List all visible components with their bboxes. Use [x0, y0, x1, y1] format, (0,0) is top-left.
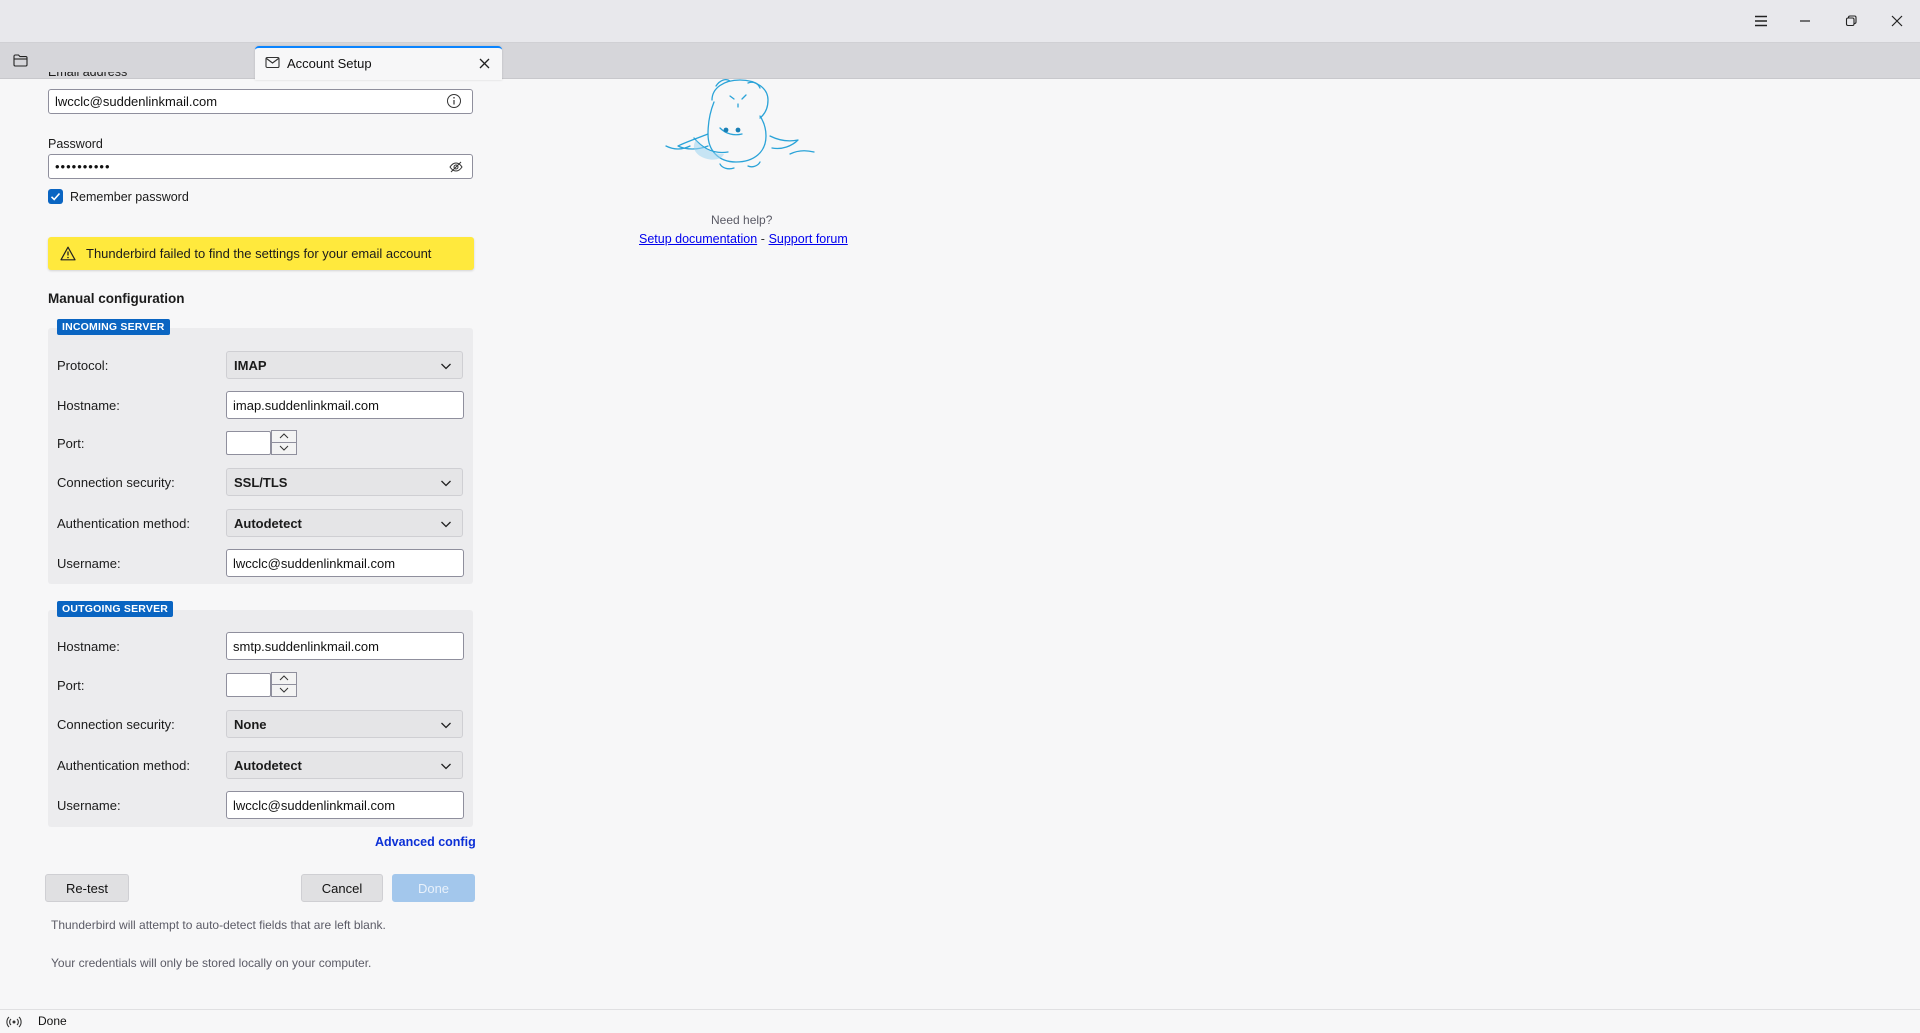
outgoing-port-label: Port:: [57, 678, 85, 693]
online-status-icon[interactable]: [6, 1015, 22, 1029]
stepper-up-button[interactable]: [272, 673, 296, 685]
incoming-auth-select[interactable]: Autodetect: [226, 509, 463, 537]
toggle-password-button[interactable]: [448, 159, 464, 175]
tab-close-button[interactable]: [474, 53, 494, 73]
chevron-down-icon: [441, 480, 451, 487]
info-button[interactable]: [446, 93, 462, 109]
eye-icon: [449, 161, 463, 173]
close-icon: [479, 58, 489, 68]
email-label: Email address: [48, 72, 127, 78]
hamburger-icon: [1755, 15, 1767, 27]
status-bar: Done: [0, 1009, 1920, 1033]
setup-documentation-link[interactable]: Setup documentation: [639, 232, 757, 246]
mail-settings-icon: [265, 56, 280, 69]
help-links: Setup documentation - Support forum: [639, 231, 848, 246]
remember-password-checkbox[interactable]: [48, 189, 63, 204]
incoming-auth-label: Authentication method:: [57, 516, 190, 531]
help-separator: -: [760, 232, 765, 246]
outgoing-hostname-input[interactable]: [226, 632, 464, 660]
password-input[interactable]: ••••••••••: [48, 154, 473, 179]
close-icon: [1891, 15, 1903, 27]
incoming-username-label: Username:: [57, 556, 121, 571]
chevron-down-icon: [441, 363, 451, 370]
incoming-hostname-input[interactable]: [226, 391, 464, 419]
cancel-button[interactable]: Cancel: [301, 874, 383, 902]
advanced-config-link[interactable]: Advanced config: [375, 835, 476, 849]
autodetect-note: Thunderbird will attempt to auto-detect …: [51, 918, 386, 932]
spaces-toolbar-button[interactable]: [0, 43, 40, 78]
chevron-up-icon: [279, 675, 289, 681]
incoming-protocol-select[interactable]: IMAP: [226, 351, 463, 379]
outgoing-auth-value: Autodetect: [234, 757, 302, 773]
warning-icon: [60, 246, 76, 261]
incoming-username-input[interactable]: [226, 549, 464, 577]
title-bar: [0, 0, 1920, 43]
tab-account-setup[interactable]: Account Setup: [255, 46, 502, 80]
app-menu-button[interactable]: [1738, 0, 1784, 42]
outgoing-hostname-label: Hostname:: [57, 639, 120, 654]
incoming-security-label: Connection security:: [57, 475, 175, 490]
outgoing-server-legend: OUTGOING SERVER: [57, 601, 174, 617]
restore-icon: [1845, 15, 1857, 27]
restore-button[interactable]: [1828, 0, 1874, 42]
manual-config-heading: Manual configuration: [48, 291, 185, 306]
incoming-port-input[interactable]: [226, 431, 271, 455]
password-label: Password: [48, 137, 103, 151]
credentials-note: Your credentials will only be stored loc…: [51, 956, 372, 970]
minimize-button[interactable]: [1782, 0, 1828, 42]
outgoing-auth-select[interactable]: Autodetect: [226, 751, 463, 779]
status-text: Done: [38, 1014, 67, 1028]
chevron-down-icon: [441, 722, 451, 729]
tab-label: Account Setup: [287, 56, 372, 71]
stepper-up-button[interactable]: [272, 431, 296, 443]
support-forum-link[interactable]: Support forum: [769, 232, 848, 246]
outgoing-auth-label: Authentication method:: [57, 758, 190, 773]
need-help-text: Need help?: [711, 213, 773, 227]
incoming-port-label: Port:: [57, 436, 85, 451]
incoming-port-stepper[interactable]: [271, 430, 297, 455]
mascot-illustration: [660, 78, 825, 176]
minimize-icon: [1800, 20, 1810, 22]
remember-password-label: Remember password: [70, 190, 189, 204]
folder-icon: [12, 54, 28, 67]
checkmark-icon: [50, 192, 61, 201]
info-icon: [447, 94, 461, 108]
done-button[interactable]: Done: [392, 874, 475, 902]
email-input[interactable]: [48, 89, 473, 114]
warning-notification: Thunderbird failed to find the settings …: [48, 237, 474, 270]
close-window-button[interactable]: [1874, 0, 1920, 42]
incoming-security-value: SSL/TLS: [234, 474, 288, 490]
outgoing-username-input[interactable]: [226, 791, 464, 819]
chevron-down-icon: [279, 687, 289, 693]
chevron-down-icon: [441, 763, 451, 770]
outgoing-username-label: Username:: [57, 798, 121, 813]
stepper-down-button[interactable]: [272, 443, 296, 455]
incoming-protocol-value: IMAP: [234, 357, 267, 373]
retest-button[interactable]: Re-test: [45, 874, 129, 902]
incoming-protocol-label: Protocol:: [57, 358, 109, 373]
warning-text: Thunderbird failed to find the settings …: [86, 246, 432, 261]
incoming-auth-value: Autodetect: [234, 515, 302, 531]
outgoing-port-stepper[interactable]: [271, 672, 297, 697]
outgoing-security-value: None: [234, 716, 267, 732]
chevron-down-icon: [279, 445, 289, 451]
chevron-up-icon: [279, 433, 289, 439]
incoming-hostname-label: Hostname:: [57, 398, 120, 413]
outgoing-security-label: Connection security:: [57, 717, 175, 732]
incoming-security-select[interactable]: SSL/TLS: [226, 468, 463, 496]
outgoing-security-select[interactable]: None: [226, 710, 463, 738]
mascot-icon: [665, 79, 815, 170]
incoming-server-legend: INCOMING SERVER: [57, 319, 170, 335]
chevron-down-icon: [441, 521, 451, 528]
stepper-down-button[interactable]: [272, 685, 296, 697]
outgoing-port-input[interactable]: [226, 673, 271, 697]
